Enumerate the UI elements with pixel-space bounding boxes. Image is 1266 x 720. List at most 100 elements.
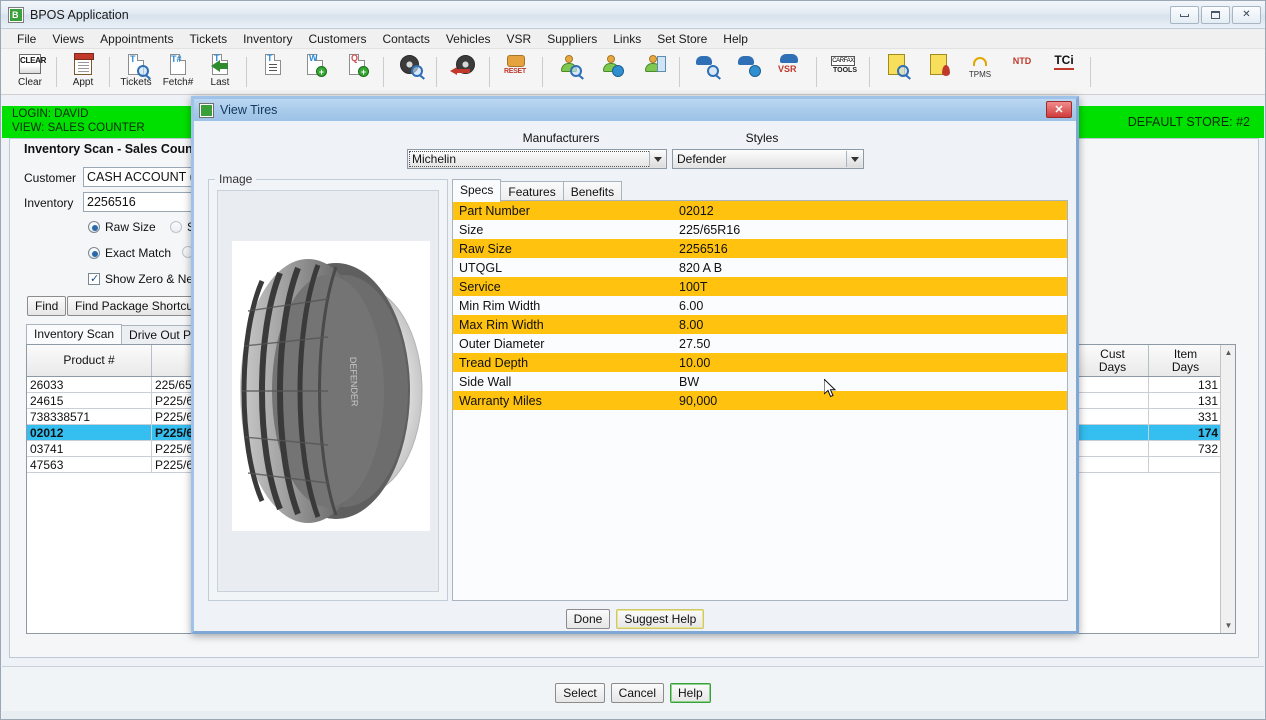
styles-dropdown[interactable]: Defender — [672, 149, 864, 169]
spec-value: 27.50 — [679, 336, 711, 351]
scroll-up-icon[interactable]: ▲ — [1221, 345, 1236, 360]
toolbar-last-button[interactable]: T Last — [201, 51, 239, 93]
toolbar-vehicle-history-button[interactable] — [729, 51, 767, 93]
tab-benefits[interactable]: Benefits — [562, 181, 623, 202]
menu-item-appointments[interactable]: Appointments — [92, 31, 181, 47]
menu-item-file[interactable]: File — [9, 31, 44, 47]
close-icon[interactable]: ✕ — [1232, 6, 1261, 24]
spec-row-part-number: Part Number 02012 — [453, 201, 1067, 220]
spec-value: 820 A B — [679, 260, 723, 275]
cust-days-line1: Cust — [1100, 346, 1125, 361]
toolbar-fetch-button[interactable]: T# Fetch# — [159, 51, 197, 93]
menu-item-contacts[interactable]: Contacts — [374, 31, 437, 47]
chevron-down-icon[interactable] — [649, 151, 665, 167]
toolbar-separator — [246, 56, 247, 87]
toolbar-tickets-button[interactable]: T Tickets — [117, 51, 155, 93]
toolbar-tickets-label: Tickets — [120, 76, 152, 88]
toolbar-fetch-label: Fetch# — [162, 76, 194, 88]
radio-raw-size[interactable]: Raw Size — [88, 220, 156, 234]
menu-item-inventory[interactable]: Inventory — [235, 31, 300, 47]
customer-search-icon — [556, 53, 582, 77]
suggest-help-button[interactable]: Suggest Help — [616, 609, 705, 629]
menu-item-vsr[interactable]: VSR — [499, 31, 540, 47]
cell-item-days: 732 — [1197, 441, 1218, 456]
toolbar-carfax-tools-button[interactable]: CARFAX TOOLS — [824, 51, 862, 93]
column-header-cust-days[interactable]: Cust Days — [1077, 345, 1149, 376]
scroll-down-icon[interactable]: ▼ — [1221, 618, 1236, 633]
dialog-title: View Tires — [220, 103, 278, 117]
window-titlebar: B BPOS Application ✕ — [1, 1, 1265, 29]
vsr-icon: VSR — [777, 53, 803, 77]
styles-label: Styles — [745, 131, 779, 145]
tab-features[interactable]: Features — [500, 181, 564, 202]
menu-item-help[interactable]: Help — [715, 31, 756, 47]
radio-exact-match[interactable]: Exact Match — [88, 246, 171, 260]
toolbar-customer-history-button[interactable] — [592, 51, 630, 93]
menu-item-vehicles[interactable]: Vehicles — [438, 31, 499, 47]
minimize-button[interactable] — [1170, 6, 1199, 24]
chevron-down-icon[interactable] — [846, 151, 862, 167]
menu-item-set-store[interactable]: Set Store — [649, 31, 715, 47]
radio-size-dot — [170, 221, 182, 233]
spec-row-tread-depth: Tread Depth 10.00 — [453, 353, 1067, 372]
toolbar-vehicle-search-button[interactable] — [687, 51, 725, 93]
toolbar-customer-search-button[interactable] — [550, 51, 588, 93]
help-button[interactable]: Help — [670, 682, 711, 703]
cell-item-days: 131 — [1197, 393, 1218, 408]
select-button[interactable]: Select — [555, 682, 605, 703]
cell-item-days: 174 — [1197, 425, 1218, 440]
toolbar-notes-search-button[interactable] — [877, 51, 915, 93]
toolbar-clear-label: Clear — [18, 76, 42, 88]
toolbar-quote-button[interactable]: Q + — [338, 51, 376, 93]
toolbar-tire-return-button[interactable] — [444, 51, 482, 93]
menu-item-links[interactable]: Links — [605, 31, 649, 47]
toolbar-appt-button[interactable]: Appt — [64, 51, 102, 93]
image-groupbox: Image DEFENDER — [208, 172, 448, 601]
toolbar-separator — [436, 56, 437, 87]
dialog-close-icon[interactable]: ✕ — [1046, 101, 1072, 118]
menu-item-customers[interactable]: Customers — [300, 31, 374, 47]
toolbar-tire-search-button[interactable] — [391, 51, 429, 93]
tab-specs[interactable]: Specs — [452, 179, 502, 202]
customer-label: Customer — [24, 171, 77, 185]
specs-panel: Part Number 02012 Size 225/65R16 Raw Siz… — [452, 200, 1068, 601]
column-header-item-days[interactable]: Item Days — [1149, 345, 1222, 376]
toolbar-vsr-button[interactable]: VSR — [771, 51, 809, 93]
spec-value: 10.00 — [679, 355, 711, 370]
manufacturers-dropdown[interactable]: Michelin — [407, 149, 667, 169]
find-button[interactable]: Find — [27, 296, 67, 316]
done-button[interactable]: Done — [565, 609, 611, 629]
checkbox-show-zero-label: Show Zero & Ne — [105, 272, 194, 286]
menu-item-suppliers[interactable]: Suppliers — [539, 31, 605, 47]
cell-product: 24615 — [27, 393, 152, 408]
radio-raw-size-label: Raw Size — [105, 220, 156, 234]
toolbar-notes-oil-button[interactable] — [919, 51, 957, 93]
tab-inventory-scan[interactable]: Inventory Scan — [26, 324, 123, 344]
toolbar-reset-button[interactable]: RESET — [497, 51, 535, 93]
spec-value: 2256516 — [679, 241, 728, 256]
toolbar-customer-card-button[interactable] — [634, 51, 672, 93]
cust-days-line2: Days — [1098, 359, 1127, 374]
toolbar-tpms-button[interactable]: TPMS — [961, 51, 999, 93]
find-package-shortcut-button[interactable]: Find Package Shortcut — [67, 296, 205, 316]
checkbox-show-zero[interactable]: Show Zero & Ne — [88, 272, 193, 286]
toolbar-separator — [56, 56, 57, 87]
toolbar-separator — [1090, 56, 1091, 87]
toolbar-clear-button[interactable]: CLEAR Clear — [11, 51, 49, 93]
cancel-button[interactable]: Cancel — [610, 682, 665, 703]
grid-vertical-scrollbar[interactable]: ▲ ▼ — [1220, 345, 1235, 633]
menu-item-views[interactable]: Views — [44, 31, 92, 47]
toolbar-document-button[interactable]: T — [254, 51, 292, 93]
toolbar-tci-button[interactable]: TCi — [1045, 51, 1083, 93]
column-header-product[interactable]: Product # — [27, 345, 152, 376]
menubar: File Views Appointments Tickets Inventor… — [1, 29, 1265, 49]
spec-tabs: Specs Features Benefits — [452, 179, 623, 202]
maximize-button[interactable] — [1201, 6, 1230, 24]
view-tires-dialog: View Tires ✕ Manufacturers Michelin Styl… — [191, 96, 1079, 634]
spec-value: 100T — [679, 279, 708, 294]
spec-key: Tread Depth — [459, 355, 529, 370]
toolbar-ntd-button[interactable]: NTD — [1003, 51, 1041, 93]
menu-item-tickets[interactable]: Tickets — [182, 31, 236, 47]
main-toolbar: CLEAR Clear Appt T Tickets T# Fetch# T L… — [1, 49, 1265, 95]
toolbar-work-order-button[interactable]: W + — [296, 51, 334, 93]
